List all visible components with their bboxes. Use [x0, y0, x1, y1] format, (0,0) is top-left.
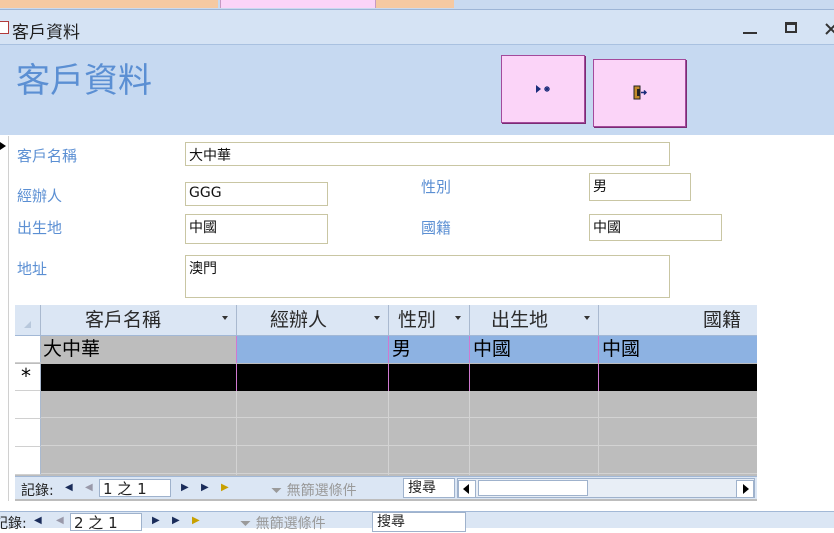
tab-other[interactable]: [0, 0, 218, 8]
filter-indicator[interactable]: ⏷ 無篩選條件: [240, 513, 326, 533]
column-divider: [388, 391, 389, 475]
empty-row-selector: [15, 447, 41, 475]
minimize-icon[interactable]: [739, 20, 761, 38]
record-label: 記錄:: [0, 516, 27, 532]
customer-name-field[interactable]: 大中華: [185, 142, 670, 166]
left-border: [8, 136, 9, 501]
scroll-left-icon[interactable]: [458, 480, 476, 498]
cell-handler[interactable]: [237, 336, 389, 363]
funnel-icon: ⏷: [240, 516, 252, 532]
cell-gender[interactable]: 男: [389, 336, 470, 363]
column-dropdown-icon[interactable]: [584, 316, 590, 320]
new-row-cell[interactable]: [599, 364, 757, 391]
exit-button[interactable]: [593, 59, 686, 127]
new-row-marker: *: [21, 364, 31, 388]
empty-row: [41, 447, 757, 474]
page-title: 客戶資料: [16, 61, 152, 101]
last-record-icon[interactable]: ▶: [172, 515, 180, 526]
search-input[interactable]: 搜尋: [403, 478, 455, 498]
address-field[interactable]: 澳門: [185, 255, 670, 298]
nationality-label: 國籍: [421, 219, 452, 237]
column-header-label: 經辦人: [270, 309, 328, 331]
row-selector[interactable]: [15, 336, 41, 363]
next-record-icon[interactable]: ▶: [152, 515, 160, 526]
scroll-right-icon[interactable]: [736, 480, 754, 498]
first-record-icon[interactable]: ◀: [65, 482, 73, 493]
column-dropdown-icon[interactable]: [455, 316, 461, 320]
column-header-label: 客戶名稱: [85, 309, 162, 331]
new-row-cell[interactable]: [470, 364, 599, 391]
empty-row: [41, 419, 757, 446]
next-record-icon[interactable]: ▶: [181, 482, 189, 493]
first-record-icon[interactable]: ◀: [34, 515, 42, 526]
filter-label: 無篩選條件: [286, 483, 357, 499]
exit-door-icon: [633, 85, 647, 100]
cell-customer-name[interactable]: 大中華: [41, 336, 237, 363]
restore-icon[interactable]: [782, 20, 804, 38]
cell-birthplace[interactable]: 中國: [470, 336, 599, 363]
customer-name-label: 客戶名稱: [17, 147, 78, 165]
column-header-gender[interactable]: 性別: [389, 305, 470, 335]
column-header-birthplace[interactable]: 出生地: [470, 305, 599, 335]
new-row-cell[interactable]: [41, 364, 237, 391]
column-dropdown-icon[interactable]: [222, 316, 228, 320]
column-header-customer-name[interactable]: 客戶名稱: [41, 305, 237, 335]
column-divider: [469, 391, 470, 475]
prev-record-icon[interactable]: ◀: [85, 482, 93, 493]
last-record-icon[interactable]: ▶: [201, 482, 209, 493]
record-position-input[interactable]: 1 之 1: [99, 479, 171, 498]
birthplace-field[interactable]: 中國: [185, 214, 328, 244]
column-header-nationality[interactable]: 國籍: [599, 305, 757, 335]
empty-row-selector: [15, 419, 41, 447]
nationality-field[interactable]: 中國: [589, 214, 722, 241]
form-record-navigation: 記錄: ◀ ◀ 2 之 1 ▶ ▶ ▶ ⏷ 無篩選條件 搜尋: [0, 511, 834, 532]
gender-label: 性別: [421, 178, 452, 196]
close-icon[interactable]: [822, 20, 834, 38]
search-input[interactable]: 搜尋: [372, 512, 466, 532]
column-divider: [598, 391, 599, 475]
datasheet-subform: 客戶名稱 經辦人 性別 出生地 國籍 大中華 男 中國 中國 * 記錄: ◀ ◀…: [15, 305, 757, 501]
form-icon: [0, 21, 9, 34]
birthplace-label: 出生地: [17, 219, 63, 237]
record-position-input[interactable]: 2 之 1: [70, 513, 142, 532]
window-title: 客戶資料: [12, 23, 80, 43]
address-label: 地址: [17, 260, 48, 278]
gender-field[interactable]: 男: [589, 173, 691, 201]
new-row-selector[interactable]: *: [15, 364, 41, 391]
empty-row: [41, 391, 757, 418]
filter-label: 無篩選條件: [255, 516, 326, 532]
subform-record-navigation: 記錄: ◀ ◀ 1 之 1 ▶ ▶ ▶ ⏷ 無篩選條件 搜尋: [15, 476, 757, 499]
filter-indicator[interactable]: ⏷ 無篩選條件: [271, 480, 357, 500]
tab-next[interactable]: [376, 0, 454, 8]
column-divider: [236, 391, 237, 475]
select-all-corner[interactable]: [15, 305, 41, 335]
handler-label: 經辦人: [17, 187, 63, 205]
column-header-label: 國籍: [703, 309, 742, 331]
empty-row-selector: [15, 391, 41, 419]
new-record-nav-icon[interactable]: ▶: [221, 482, 229, 493]
horizontal-scrollbar[interactable]: [457, 478, 755, 498]
new-record-button[interactable]: [501, 55, 585, 123]
column-dropdown-icon[interactable]: [374, 316, 380, 320]
cell-nationality[interactable]: 中國: [599, 336, 757, 363]
new-record-nav-icon[interactable]: ▶: [192, 515, 200, 526]
form-title-bar: [0, 10, 834, 45]
handler-field[interactable]: GGG: [185, 182, 328, 206]
new-row-cell[interactable]: [389, 364, 470, 391]
record-selector-pointer-icon: [0, 142, 6, 150]
tab-active[interactable]: [220, 0, 376, 8]
scroll-thumb[interactable]: [478, 480, 588, 496]
column-header-handler[interactable]: 經辦人: [237, 305, 389, 335]
column-header-label: 性別: [398, 309, 437, 331]
new-record-icon: [536, 85, 550, 93]
record-label: 記錄:: [21, 483, 54, 499]
new-row-cell[interactable]: [237, 364, 389, 391]
funnel-icon: ⏷: [271, 483, 283, 499]
column-header-label: 出生地: [491, 309, 549, 331]
prev-record-icon[interactable]: ◀: [56, 515, 64, 526]
